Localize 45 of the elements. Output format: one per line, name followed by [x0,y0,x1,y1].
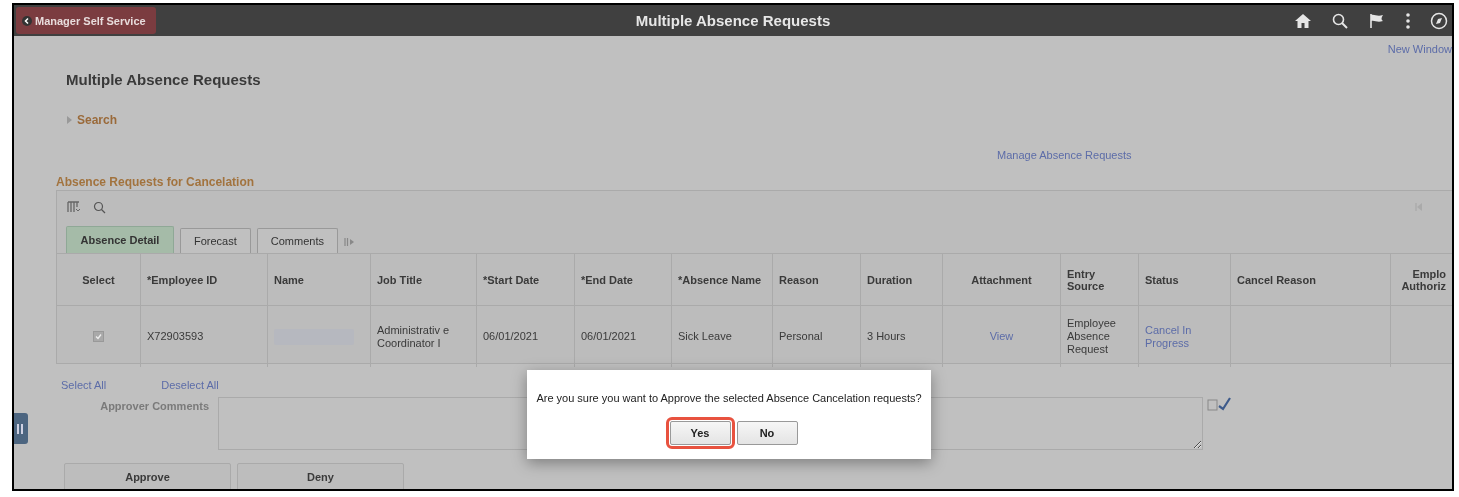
column-header: Job Title [371,254,477,306]
column-header: Name [268,254,371,306]
back-icon[interactable] [22,15,32,26]
home-icon[interactable] [1294,11,1312,30]
pin-tab[interactable] [14,413,28,444]
grid-tab[interactable]: Absence Detail [66,226,174,253]
spellcheck-icon[interactable] [1207,397,1231,411]
table-cell: 06/01/2021 [483,330,539,343]
grid-tab[interactable]: Forecast [180,228,251,253]
column-header: Duration [861,254,943,306]
dialog-button[interactable]: No [736,421,798,445]
back-button[interactable]: Manager Self Service [16,7,156,34]
action-button[interactable]: Approve [64,463,231,489]
more-icon[interactable] [1405,11,1411,30]
column-header: *Start Date [477,254,575,306]
page-title: Multiple Absence Requests [66,71,262,88]
column-header: Status [1139,254,1231,306]
table-cell: 3 Hours [867,330,906,343]
header-title: Multiple Absence Requests [635,12,831,29]
table-cell-text: Employee Absence Request [1067,317,1117,356]
action-button[interactable]: Deny [237,463,404,489]
pause-icon [17,423,23,434]
flag-icon[interactable] [1368,11,1386,30]
column-header: Entry Source [1061,254,1139,306]
table-cell: 06/01/2021 [581,330,637,343]
search-icon[interactable] [93,200,106,214]
column-header: *Absence Name [672,254,773,306]
grid-tab[interactable]: Comments [256,228,338,253]
dialog-message: Are you sure you want to Approve the selected Absence Cancelation requests? [536,392,922,404]
table-cell: X72903593 [147,330,204,343]
column-header: Cancel Reason [1231,254,1391,306]
column-header: Attachment [943,254,1061,306]
table-cell: Sick Leave [678,330,732,343]
search-icon[interactable] [1331,11,1349,30]
field-label: Approver Comments [99,399,209,412]
grid-title: Absence Requests for Cancelation [56,175,256,189]
compass-icon[interactable] [1430,11,1448,30]
column-header: Reason [773,254,861,306]
table-cell-text: Administrativ e Coordinator I [377,323,451,350]
column-header: *Employee ID [141,254,268,306]
row-checkbox[interactable] [93,331,104,342]
column-header: Select [57,254,141,306]
column-header: *End Date [575,254,672,306]
personalize-icon[interactable] [67,201,81,213]
table-cell: Personal [779,330,823,343]
